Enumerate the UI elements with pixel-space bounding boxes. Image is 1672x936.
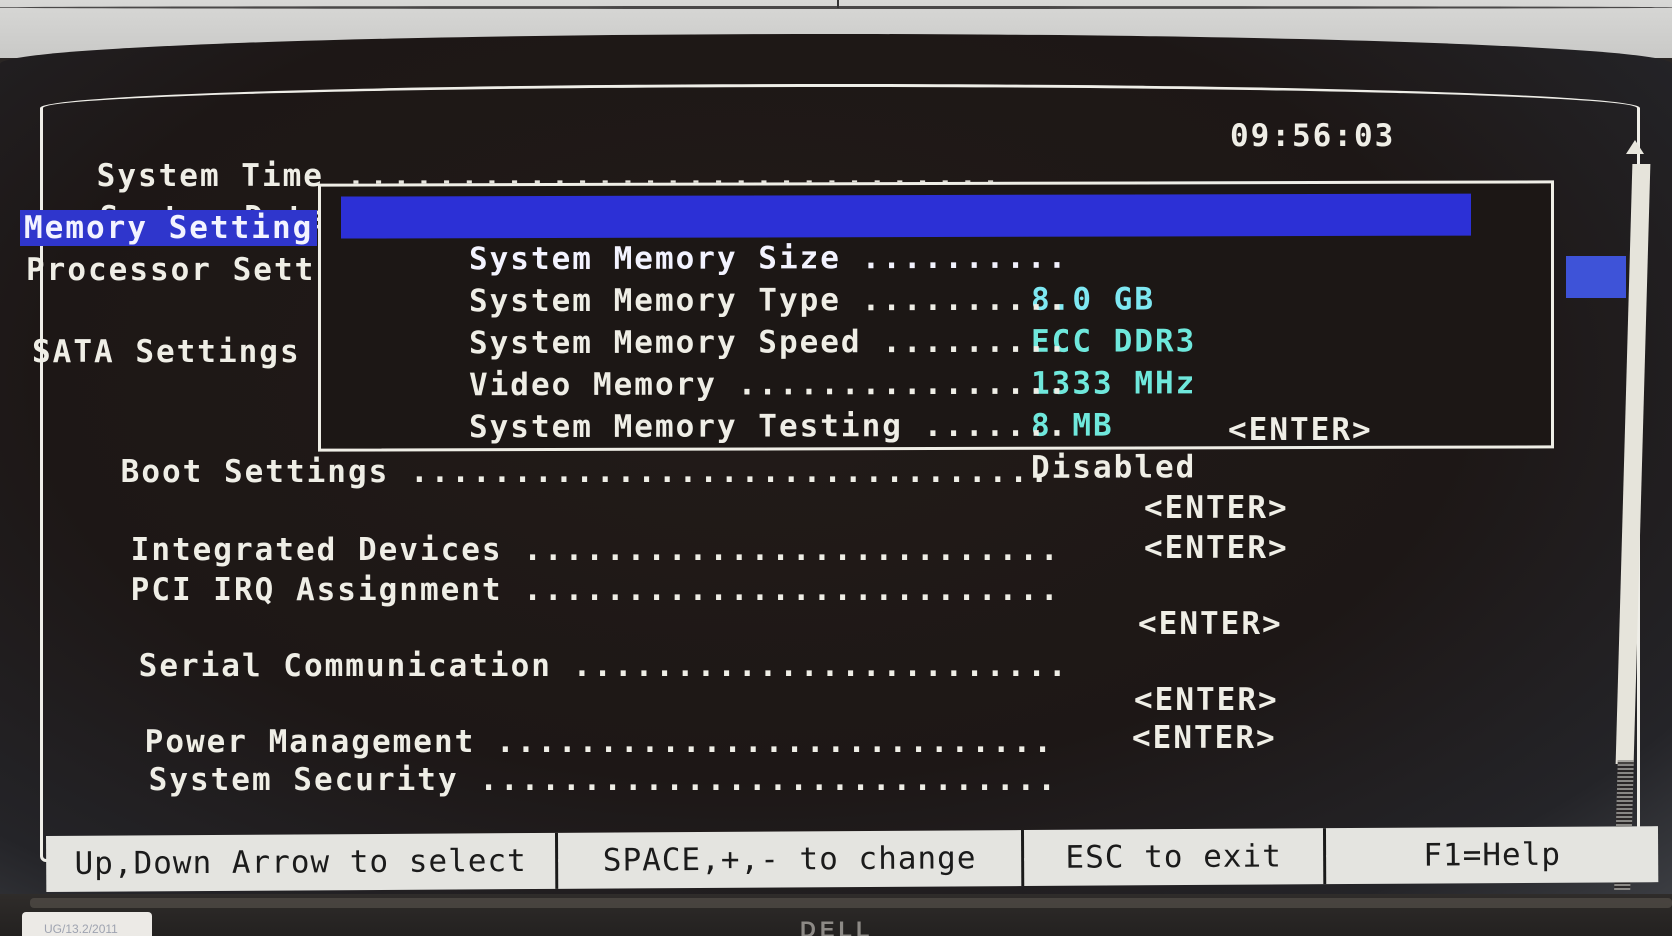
enter-submenu-button[interactable]: <ENTER> [1144,530,1289,566]
popup-row-video-memory[interactable]: Video Memory ................ 8 MB [341,320,1471,444]
leader-dots: ............................ [458,762,1058,798]
popup-row-system-memory-speed[interactable]: System Memory Speed ......... 1333 MHz [341,278,1471,402]
help-change: SPACE,+,- to change [557,830,1025,889]
enter-submenu-button[interactable]: <ENTER> [1228,412,1373,448]
leader-dots: .......................... [502,572,1061,608]
scroll-up-arrow-icon[interactable] [1626,140,1644,154]
help-navigate: Up,Down Arrow to select [46,832,559,892]
menu-item-label: Boot Settings [120,454,390,490]
help-bar: Up,Down Arrow to select SPACE,+,- to cha… [46,826,1659,894]
dell-logo: DELL [800,920,874,936]
help-f1: F1=Help [1325,826,1659,885]
scroll-position-marker [1566,256,1626,298]
popup-row-system-memory-testing[interactable]: System Memory Testing ....... Disabled [341,362,1471,486]
help-exit: ESC to exit [1023,828,1327,887]
popup-row-system-memory-type[interactable]: System Memory Type .......... ECC DDR3 [341,236,1471,360]
memory-settings-popup: System Memory Size .......... 8.0 GB Sys… [318,180,1554,486]
enter-submenu-button[interactable]: <ENTER> [1144,490,1289,526]
asset-sticker: UG/13.2/2011 [22,912,152,936]
bezel-edge [0,6,1672,9]
sidebar-item-memory-setting[interactable]: Memory Setting [20,210,318,246]
enter-submenu-button[interactable]: <ENTER> [1132,720,1277,756]
system-time-value[interactable]: 09:56:03 [1230,118,1395,154]
enter-submenu-button[interactable]: <ENTER> [1134,682,1279,718]
bios-screen: System Time ............................… [0,34,1672,894]
sidebar-item-sata-settings[interactable]: SATA Settings [28,334,305,370]
enter-submenu-button[interactable]: <ENTER> [1138,606,1283,642]
leader-dots: ............................... [389,454,1051,490]
menu-item-label: PCI IRQ Assignment [130,572,503,608]
vertical-scrollbar[interactable] [1612,140,1651,890]
menu-item-label: System Security [148,762,459,798]
popup-row-system-memory-size[interactable]: System Memory Size .......... 8.0 GB [341,193,1471,318]
system-memory-testing-value[interactable]: Disabled [1031,446,1196,488]
leader-dots: ........................ [551,648,1069,684]
bezel-lip [30,898,1672,908]
bezel-notch [837,0,839,8]
sidebar-item-processor-settings[interactable]: Processor Sett [22,252,319,288]
menu-item-label: Serial Communication [138,648,552,684]
